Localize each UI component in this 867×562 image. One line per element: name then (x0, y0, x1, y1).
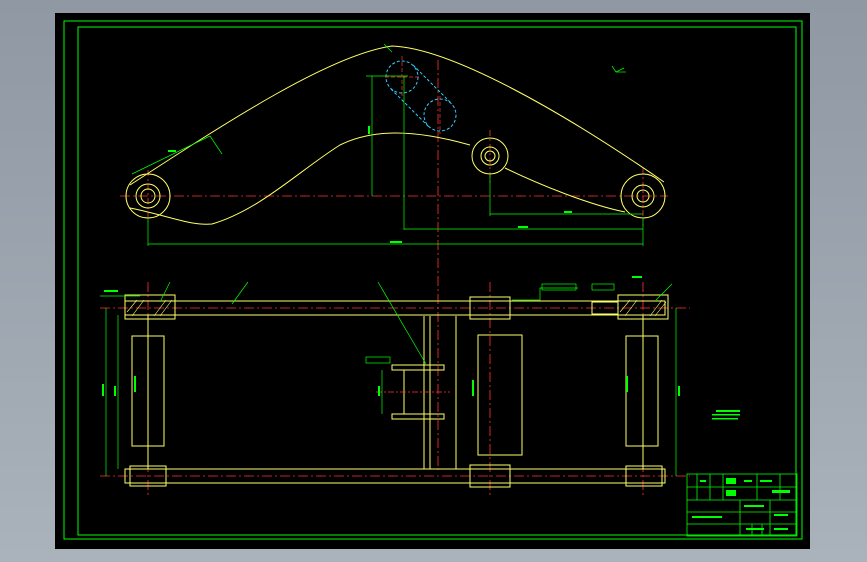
dimension-text-middle (564, 211, 572, 213)
dimension-text-partial (518, 226, 528, 228)
note-line (716, 410, 740, 412)
drawing-canvas[interactable] (55, 13, 810, 549)
title-cell-text (772, 490, 790, 493)
dimension-text-mark (114, 386, 116, 396)
dimension-text-mark (472, 380, 474, 396)
title-cell-text (692, 516, 722, 518)
title-cell-text (744, 480, 752, 482)
title-cell-text (726, 490, 736, 496)
title-cell-text (774, 528, 788, 530)
title-cell-text (726, 478, 736, 484)
dimension-text-mark (626, 376, 628, 392)
technical-notes (712, 410, 740, 420)
title-cell-text (774, 514, 788, 516)
dimension-text-overall (390, 241, 402, 243)
title-cell-text (744, 505, 764, 507)
dimension-text-mark (102, 384, 104, 396)
dimension-text-mark (104, 290, 118, 292)
dimension-text-mark (378, 386, 380, 396)
cad-viewport[interactable] (0, 0, 867, 562)
dimension-text-slant (168, 150, 176, 152)
dimension-text-mark (632, 276, 642, 278)
note-line (712, 418, 738, 420)
title-cell-text (700, 480, 706, 482)
title-cell-text (760, 480, 772, 482)
title-cell-text (746, 528, 764, 530)
dimension-text-mark (678, 386, 680, 396)
dimension-text-mark (134, 376, 136, 392)
note-line (712, 414, 740, 416)
dimension-text-height (368, 126, 370, 134)
